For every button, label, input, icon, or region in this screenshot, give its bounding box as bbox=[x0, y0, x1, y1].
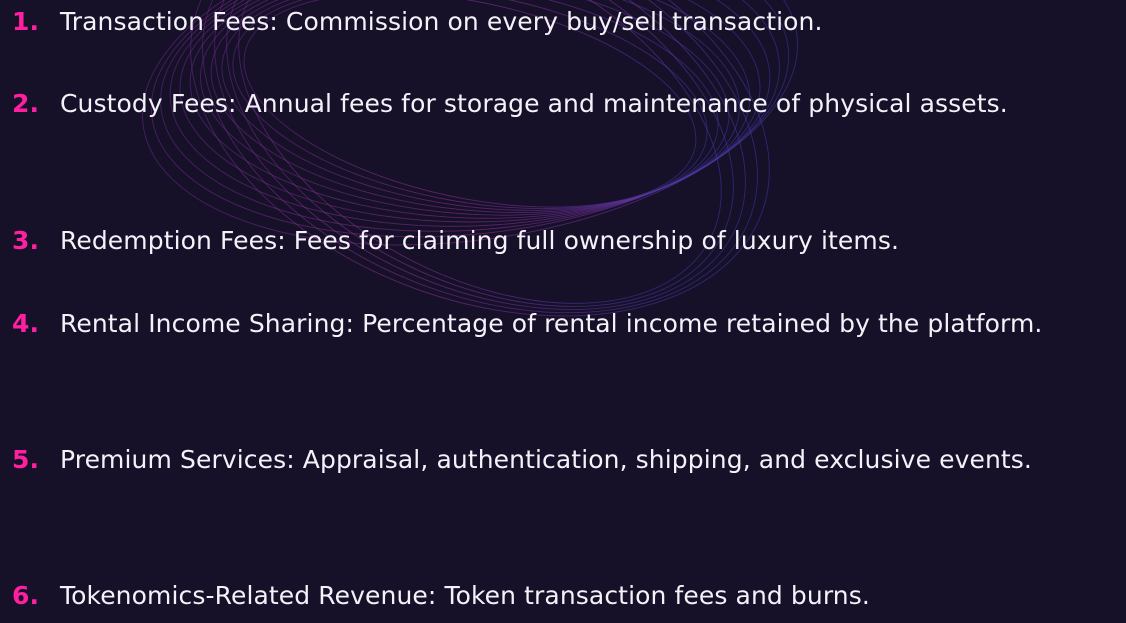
list-item: 3. Redemption Fees: Fees for claiming fu… bbox=[12, 213, 1112, 268]
list-text: Premium Services: Appraisal, authenticat… bbox=[60, 445, 1032, 474]
list-text: Rental Income Sharing: Percentage of ren… bbox=[60, 309, 1043, 338]
list-item: 6. Tokenomics-Related Revenue: Token tra… bbox=[12, 568, 1112, 623]
list-number: 5. bbox=[12, 445, 40, 474]
list-number: 3. bbox=[12, 226, 40, 255]
list-number: 4. bbox=[12, 309, 40, 338]
list-text: Redemption Fees: Fees for claiming full … bbox=[60, 226, 899, 255]
list-item: 1. Transaction Fees: Commission on every… bbox=[12, 0, 1112, 49]
list-item: 4. Rental Income Sharing: Percentage of … bbox=[12, 296, 1112, 351]
list-number: 2. bbox=[12, 89, 40, 118]
list-text: Tokenomics-Related Revenue: Token transa… bbox=[60, 581, 870, 610]
list-text: Custody Fees: Annual fees for storage an… bbox=[60, 89, 1008, 118]
revenue-streams-list: 1. Transaction Fees: Commission on every… bbox=[0, 0, 1126, 611]
list-item: 2. Custody Fees: Annual fees for storage… bbox=[12, 76, 1112, 131]
list-number: 6. bbox=[12, 581, 40, 610]
list-number: 1. bbox=[12, 7, 40, 36]
list-item: 5. Premium Services: Appraisal, authenti… bbox=[12, 432, 1112, 487]
list-text: Transaction Fees: Commission on every bu… bbox=[60, 7, 823, 36]
